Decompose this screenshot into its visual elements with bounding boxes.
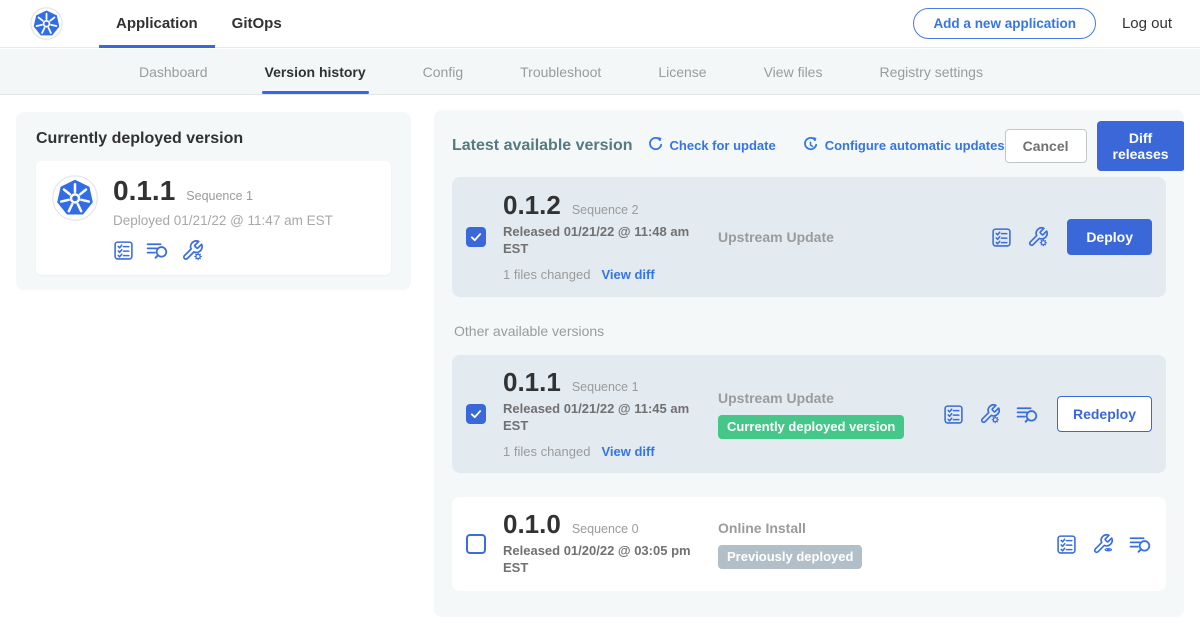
version-row-0-1-1: 0.1.1 Sequence 1 Released 01/21/22 @ 11:…	[452, 355, 1166, 473]
top-right-actions: Add a new application Log out	[913, 8, 1172, 39]
diff-releases-button[interactable]: Diff releases	[1097, 121, 1185, 171]
logout-button[interactable]: Log out	[1122, 15, 1172, 32]
version-checkbox[interactable]	[466, 227, 486, 247]
preflight-checks-icon[interactable]	[113, 240, 134, 261]
latest-available-version-title: Latest available version	[452, 137, 633, 155]
view-diff-link[interactable]: View diff	[601, 267, 654, 282]
tab-registry-settings[interactable]: Registry settings	[879, 49, 982, 94]
scheduled-update-icon	[802, 136, 819, 156]
sequence-label: Sequence 1	[572, 380, 639, 394]
top-nav-tabs: Application GitOps	[99, 0, 299, 47]
cancel-button[interactable]: Cancel	[1005, 129, 1087, 163]
preflight-checks-icon[interactable]	[943, 404, 964, 425]
kubernetes-app-icon	[52, 175, 98, 262]
sequence-label: Sequence 2	[572, 203, 639, 217]
tab-license[interactable]: License	[658, 49, 706, 94]
view-config-icon[interactable]	[1092, 533, 1114, 555]
deployed-sequence-label: Sequence 1	[186, 189, 253, 203]
update-source-label: Upstream Update	[718, 390, 943, 406]
version-checkbox[interactable]	[466, 534, 486, 554]
deploy-logs-icon[interactable]	[1129, 534, 1152, 555]
deployed-card-title: Currently deployed version	[36, 130, 391, 148]
preflight-checks-icon[interactable]	[991, 227, 1012, 248]
deployed-timestamp: Deployed 01/21/22 @ 11:47 am EST	[113, 213, 333, 228]
files-changed-label: 1 files changed	[503, 267, 590, 282]
update-source-label: Online Install	[718, 520, 1056, 536]
view-diff-link[interactable]: View diff	[601, 444, 654, 459]
deployed-version-card: 0.1.1 Sequence 1 Deployed 01/21/22 @ 11:…	[36, 161, 391, 275]
released-timestamp: Released 01/21/22 @ 11:45 am EST	[503, 401, 699, 435]
check-for-update-link[interactable]: Check for update	[647, 136, 776, 156]
version-checkbox[interactable]	[466, 404, 486, 424]
top-tab-application[interactable]: Application	[99, 0, 215, 47]
version-row-0-1-2: 0.1.2 Sequence 2 Released 01/21/22 @ 11:…	[452, 177, 1166, 297]
deploy-button[interactable]: Deploy	[1067, 219, 1152, 255]
edit-config-icon[interactable]	[1027, 226, 1049, 248]
tab-troubleshoot[interactable]: Troubleshoot	[520, 49, 601, 94]
version-number: 0.1.0	[503, 511, 561, 538]
version-history-panel: Latest available version Check for updat…	[434, 110, 1184, 617]
edit-config-icon[interactable]	[979, 403, 1001, 425]
tab-view-files[interactable]: View files	[764, 49, 823, 94]
kubernetes-logo-icon	[30, 7, 63, 40]
preflight-checks-icon[interactable]	[1056, 534, 1077, 555]
deploy-logs-icon[interactable]	[1016, 404, 1039, 425]
currently-deployed-card: Currently deployed version 0.	[16, 112, 411, 290]
released-timestamp: Released 01/20/22 @ 03:05 pm EST	[503, 543, 699, 577]
tab-config[interactable]: Config	[423, 49, 463, 94]
previously-deployed-badge: Previously deployed	[718, 545, 862, 569]
version-number: 0.1.1	[503, 369, 561, 396]
tab-dashboard[interactable]: Dashboard	[139, 49, 208, 94]
update-source-label: Upstream Update	[718, 229, 991, 245]
add-new-application-button[interactable]: Add a new application	[913, 8, 1096, 39]
currently-deployed-badge: Currently deployed version	[718, 415, 904, 439]
files-changed-label: 1 files changed	[503, 444, 590, 459]
redeploy-button[interactable]: Redeploy	[1057, 396, 1152, 432]
configure-automatic-updates-link[interactable]: Configure automatic updates	[802, 136, 1005, 156]
top-navigation-bar: Application GitOps Add a new application…	[0, 0, 1200, 48]
version-number: 0.1.2	[503, 192, 561, 219]
sequence-label: Sequence 0	[572, 522, 639, 536]
version-row-0-1-0: 0.1.0 Sequence 0 Released 01/20/22 @ 03:…	[452, 497, 1166, 591]
tab-version-history[interactable]: Version history	[265, 49, 366, 94]
deployed-version-number: 0.1.1	[113, 176, 175, 205]
released-timestamp: Released 01/21/22 @ 11:48 am EST	[503, 224, 699, 258]
other-available-versions-title: Other available versions	[454, 323, 1166, 339]
application-sub-navigation: Dashboard Version history Config Trouble…	[0, 49, 1200, 95]
edit-config-icon[interactable]	[181, 239, 204, 262]
top-tab-gitops[interactable]: GitOps	[215, 0, 299, 47]
deploy-logs-icon[interactable]	[146, 240, 169, 261]
refresh-icon	[647, 136, 664, 156]
